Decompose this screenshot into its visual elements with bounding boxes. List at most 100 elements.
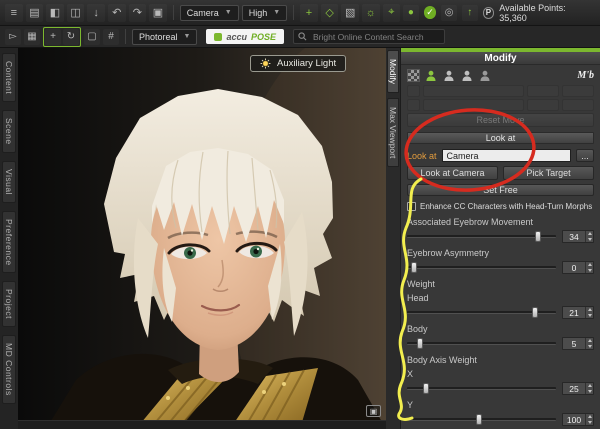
look-at-section-header: Look at: [407, 132, 594, 144]
enhance-checkbox[interactable]: [407, 202, 416, 211]
app-window: ≡ ▤ ◧ ◫ ↓ ↶ ↷ ▣ Camera ▼ High ▼ + ◇ ▧ ☼ …: [0, 0, 600, 429]
tab-modify[interactable]: Modify: [387, 50, 399, 94]
look-at-camera-button[interactable]: Look at Camera: [407, 166, 498, 180]
rotate-tool-icon[interactable]: ↻: [63, 29, 79, 45]
head-weight-value[interactable]: 21: [562, 306, 594, 319]
right-tab-strip: Modify Max Viewport: [386, 48, 400, 429]
body-weight-value[interactable]: 5: [562, 337, 594, 350]
spin-down-icon[interactable]: [586, 389, 593, 395]
slider-handle[interactable]: [423, 383, 430, 394]
head-weight-slider[interactable]: [407, 307, 556, 318]
save-project-icon[interactable]: ◫: [67, 4, 85, 22]
viewport-3d[interactable]: Auxiliary Light ▣: [18, 48, 386, 429]
spin-down-icon[interactable]: [586, 268, 593, 274]
pick-target-button[interactable]: Pick Target: [503, 166, 594, 180]
sidebar-item-project[interactable]: Project: [2, 281, 16, 328]
accupose-text-accu: accu: [226, 31, 247, 42]
character-render: [18, 48, 386, 429]
spin-down-icon[interactable]: [586, 237, 593, 243]
body-weight-label: Body: [407, 324, 428, 334]
move-tool-icon[interactable]: +: [45, 29, 61, 45]
light-icon[interactable]: ☼: [362, 4, 380, 22]
toolbar-divider: [293, 5, 295, 20]
render-mode-dropdown[interactable]: Photoreal ▼: [132, 28, 198, 45]
transform-value-box: [562, 85, 594, 97]
points-badge-icon[interactable]: P: [482, 6, 495, 19]
app-menu-icon[interactable]: ≡: [5, 4, 23, 22]
avatar-icon[interactable]: [442, 68, 456, 82]
sidebar-item-visual[interactable]: Visual: [2, 160, 16, 203]
search-icon: [298, 32, 307, 41]
set-free-button[interactable]: Set Free: [407, 184, 594, 196]
undo-icon[interactable]: ↶: [108, 4, 126, 22]
sidebar-item-scene[interactable]: Scene: [2, 110, 16, 153]
spin-down-icon[interactable]: [586, 344, 593, 350]
transform-section-disabled: Reset Move: [401, 84, 600, 128]
slider-handle[interactable]: [417, 338, 424, 349]
redo-icon[interactable]: ↷: [129, 4, 147, 22]
tab-max-viewport[interactable]: Max Viewport: [387, 98, 399, 168]
texture-checker-icon[interactable]: [407, 68, 420, 82]
look-at-row: Look at Camera ...: [401, 144, 600, 162]
accupose-logo[interactable]: accu POSE: [206, 29, 284, 44]
transform-value-box: [562, 99, 594, 111]
look-at-target-field[interactable]: Camera: [441, 149, 571, 162]
viewport-capture-icon[interactable]: ▣: [366, 405, 381, 417]
chevron-down-icon: ▼: [183, 33, 191, 40]
auxiliary-light-button[interactable]: Auxiliary Light: [250, 55, 347, 72]
grid-icon[interactable]: ▦: [24, 29, 40, 45]
search-input[interactable]: [311, 30, 440, 43]
axis-x-slider[interactable]: [407, 383, 556, 394]
available-points-text: Available Points: 35,360: [499, 2, 566, 23]
slider-handle[interactable]: [411, 262, 418, 273]
slider-handle[interactable]: [532, 307, 539, 318]
snap-icon[interactable]: #: [103, 29, 119, 45]
slider-handle[interactable]: [475, 414, 482, 425]
skeleton-icon[interactable]: [478, 68, 492, 82]
tool-group-highlight: + ↻: [43, 26, 81, 47]
axis-x-value[interactable]: 25: [562, 382, 594, 395]
copy-icon[interactable]: ▣: [149, 4, 167, 22]
material-icon[interactable]: ▧: [341, 4, 359, 22]
viewport-bottom-strip: [18, 420, 386, 429]
render-mode-value: Photoreal: [139, 31, 178, 42]
eyebrow-movement-value[interactable]: 34: [562, 230, 594, 243]
focus-icon[interactable]: ⌖: [383, 4, 401, 22]
head-weight-label: Head: [407, 293, 429, 303]
quality-dropdown[interactable]: High ▼: [241, 4, 288, 21]
body-axis-section-label: Body Axis Weight: [407, 355, 477, 365]
morph-icon[interactable]: [460, 68, 474, 82]
check-circle-icon[interactable]: ✓: [423, 6, 437, 19]
eyebrow-movement-slider[interactable]: [407, 231, 556, 242]
character-icon[interactable]: [424, 68, 438, 82]
export-icon[interactable]: ↑: [462, 5, 478, 21]
transform-dropdown: [423, 99, 524, 111]
add-object-icon[interactable]: +: [300, 4, 318, 22]
axis-y-value[interactable]: 100: [562, 413, 594, 426]
body-weight-slider[interactable]: [407, 338, 556, 349]
quality-dropdown-value: High: [248, 7, 268, 18]
spin-down-icon[interactable]: [586, 420, 593, 426]
sidebar-item-md-controls[interactable]: MD Controls: [2, 335, 16, 405]
body-weight-row: 5: [401, 334, 600, 351]
import-icon[interactable]: ↓: [87, 4, 105, 22]
look-at-browse-button[interactable]: ...: [576, 149, 594, 162]
eyebrow-asymmetry-value[interactable]: 0: [562, 261, 594, 274]
gizmo-icon[interactable]: ◇: [321, 4, 339, 22]
camera-dropdown[interactable]: Camera ▼: [179, 4, 239, 21]
open-project-icon[interactable]: ◧: [46, 4, 64, 22]
sidebar-item-content[interactable]: Content: [2, 53, 16, 103]
eyebrow-asymmetry-slider[interactable]: [407, 262, 556, 273]
scale-tool-icon[interactable]: ▢: [84, 29, 100, 45]
slider-handle[interactable]: [535, 231, 542, 242]
toolbar-divider: [125, 29, 126, 44]
new-project-icon[interactable]: ▤: [26, 4, 44, 22]
axis-y-slider[interactable]: [407, 414, 556, 425]
camera-dropdown-value: Camera: [186, 7, 219, 18]
record-icon[interactable]: ●: [403, 5, 419, 21]
cursor-icon[interactable]: ▻: [5, 29, 21, 45]
render-icon[interactable]: ◎: [441, 5, 457, 21]
md-brand-logo: M'b: [577, 69, 594, 81]
spin-down-icon[interactable]: [586, 313, 593, 319]
sidebar-item-preference[interactable]: Preference: [2, 210, 16, 274]
